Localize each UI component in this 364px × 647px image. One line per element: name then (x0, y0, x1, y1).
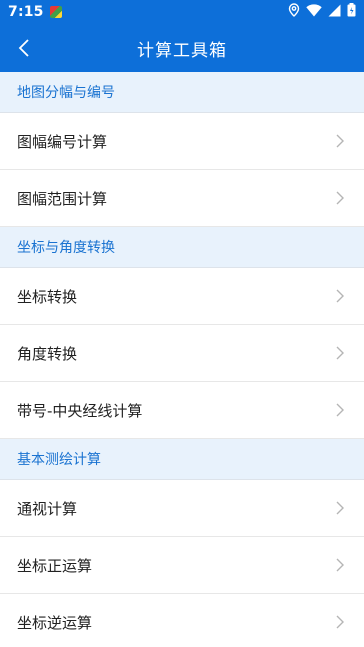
back-arrow-icon[interactable] (12, 36, 36, 60)
chevron-right-icon (334, 500, 346, 516)
status-icons (288, 3, 356, 21)
menu-item-zone-meridian-calc[interactable]: 带号-中央经线计算 (0, 382, 364, 439)
status-time: 7:15 (8, 4, 44, 20)
status-bar: 7:15 (0, 0, 364, 24)
menu-item-sheet-number-calc[interactable]: 图幅编号计算 (0, 113, 364, 170)
menu-list: 地图分幅与编号 图幅编号计算 图幅范围计算 坐标与角度转换 坐标转换 角度转换 … (0, 72, 364, 647)
section-header-basic-survey: 基本测绘计算 (0, 439, 364, 480)
menu-item-coord-conversion[interactable]: 坐标转换 (0, 268, 364, 325)
menu-item-angle-conversion[interactable]: 角度转换 (0, 325, 364, 382)
menu-item-coord-inverse-calc[interactable]: 坐标逆运算 (0, 594, 364, 647)
menu-item-visibility-calc[interactable]: 通视计算 (0, 480, 364, 537)
section-header-coord-angle: 坐标与角度转换 (0, 227, 364, 268)
section-header-map-sheet: 地图分幅与编号 (0, 72, 364, 113)
wifi-icon (306, 3, 322, 21)
menu-item-label: 坐标正运算 (17, 556, 93, 575)
menu-item-label: 图幅范围计算 (17, 189, 108, 208)
menu-item-coord-forward-calc[interactable]: 坐标正运算 (0, 537, 364, 594)
chevron-right-icon (334, 402, 346, 418)
chevron-right-icon (334, 557, 346, 573)
page-title: 计算工具箱 (137, 40, 227, 61)
chevron-right-icon (334, 190, 346, 206)
menu-item-label: 坐标逆运算 (17, 613, 93, 632)
chevron-right-icon (334, 345, 346, 361)
location-icon (288, 3, 300, 21)
app-screen: 7:15 计算工具箱 地图分幅与编号 图幅编号计算 图幅范围计算 坐标与角度转换… (0, 0, 364, 647)
signal-icon (328, 4, 341, 21)
menu-item-label: 图幅编号计算 (17, 132, 108, 151)
menu-item-label: 角度转换 (17, 344, 78, 363)
chevron-right-icon (334, 614, 346, 630)
menu-item-label: 坐标转换 (17, 287, 78, 306)
app-bar: 计算工具箱 (0, 24, 364, 72)
chevron-right-icon (334, 133, 346, 149)
menu-item-label: 通视计算 (17, 499, 78, 518)
menu-item-label: 带号-中央经线计算 (17, 401, 143, 420)
menu-item-sheet-range-calc[interactable]: 图幅范围计算 (0, 170, 364, 227)
chevron-right-icon (334, 288, 346, 304)
notification-app-icon (49, 6, 62, 18)
battery-icon (347, 3, 356, 21)
